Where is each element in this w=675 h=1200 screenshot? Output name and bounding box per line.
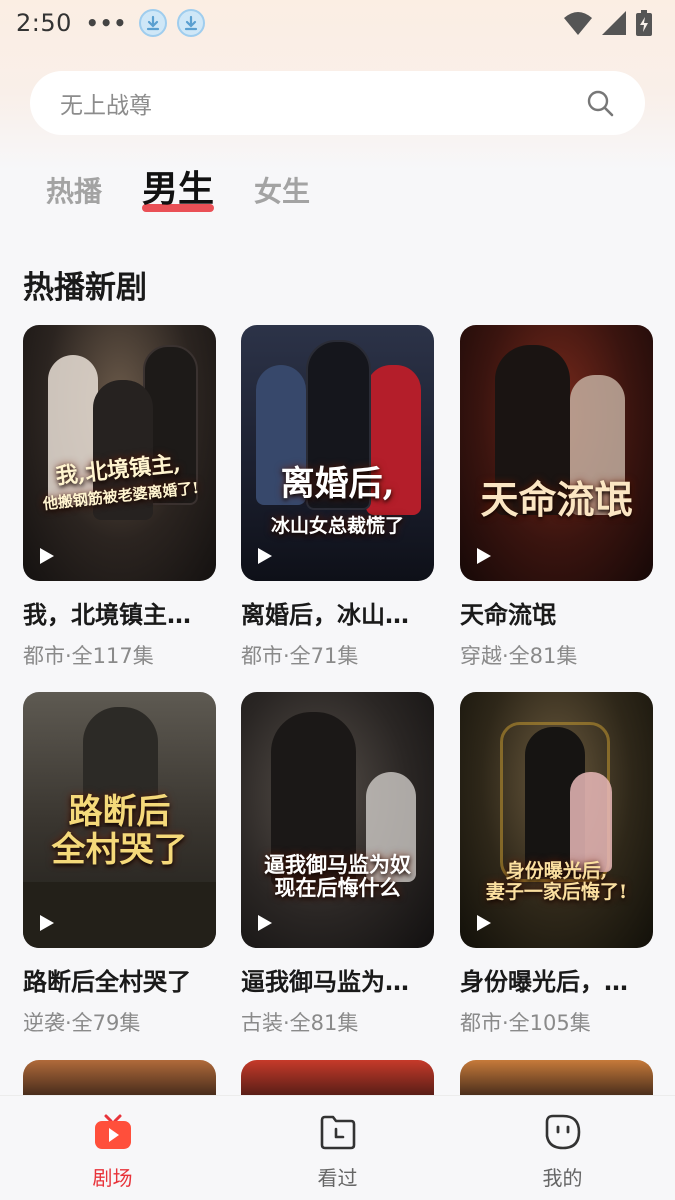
poster-title-text: 路断后 全村哭了	[51, 792, 188, 870]
search-bar[interactable]: 无上战尊	[30, 71, 645, 135]
drama-title: 天命流氓	[460, 601, 556, 629]
play-icon	[40, 548, 54, 564]
drama-poster[interactable]: 逼我御马监为奴 现在后悔什么	[241, 692, 434, 948]
poster-title-text: 天命流氓	[480, 476, 633, 522]
drama-title: 离婚后，冰山…	[241, 601, 409, 629]
status-bar: 2:50 •••	[0, 0, 675, 46]
category-tabs: 热播 男生 女生	[46, 160, 350, 212]
drama-poster[interactable]: 路断后 全村哭了	[23, 692, 216, 948]
drama-card[interactable]: 离婚后, 冰山女总裁慌了 离婚后，冰山… 都市·全71集	[241, 325, 434, 670]
drama-poster[interactable]: 我,北境镇主, 他搬钢筋被老婆离婚了!	[23, 325, 216, 581]
poster-title-text: 离婚后, 冰山女总裁慌了	[270, 463, 404, 538]
play-icon	[477, 915, 491, 931]
download-icon	[177, 9, 206, 37]
tab-hot[interactable]: 热播	[46, 170, 102, 210]
section-title: 热播新剧	[23, 270, 147, 306]
tab-male[interactable]: 男生	[142, 160, 215, 212]
signal-icon	[602, 11, 626, 35]
play-icon	[477, 548, 491, 564]
drama-meta: 逆袭·全79集	[23, 1011, 141, 1035]
play-icon	[258, 548, 272, 564]
play-icon	[258, 915, 272, 931]
poster-title-text: 身份曝光后, 妻子一家后悔了!	[485, 859, 628, 903]
history-folder-icon	[320, 1115, 355, 1150]
drama-meta: 都市·全117集	[23, 644, 154, 668]
bottom-navigation: 剧场 看过 我的	[0, 1095, 675, 1200]
drama-card[interactable]: 身份曝光后, 妻子一家后悔了! 身份曝光后，… 都市·全105集	[460, 692, 653, 1037]
play-icon	[40, 915, 54, 931]
drama-title: 逼我御马监为…	[241, 968, 409, 996]
drama-card[interactable]: 逼我御马监为奴 现在后悔什么 逼我御马监为… 古装·全81集	[241, 692, 434, 1037]
drama-card[interactable]: 我,北境镇主, 他搬钢筋被老婆离婚了! 我，北境镇主… 都市·全117集	[23, 325, 216, 670]
drama-poster[interactable]: 身份曝光后, 妻子一家后悔了!	[460, 692, 653, 948]
drama-poster-partial[interactable]	[23, 1060, 216, 1100]
nav-label: 我的	[542, 1166, 583, 1190]
tv-icon	[94, 1114, 131, 1149]
poster-title-text: 逼我御马监为奴 现在后悔什么	[264, 852, 411, 901]
drama-meta: 古装·全81集	[241, 1011, 359, 1035]
drama-title: 我，北境镇主…	[23, 601, 191, 629]
search-icon[interactable]	[585, 88, 615, 118]
download-icon	[139, 9, 168, 37]
drama-poster[interactable]: 离婚后, 冰山女总裁慌了	[241, 325, 434, 581]
tab-label: 男生	[142, 169, 215, 210]
nav-theater[interactable]: 剧场	[0, 1096, 225, 1200]
wifi-icon	[564, 12, 592, 35]
drama-title: 身份曝光后，…	[460, 968, 628, 996]
profile-face-icon	[545, 1114, 580, 1150]
drama-poster-partial[interactable]	[460, 1060, 653, 1100]
nav-profile[interactable]: 我的	[450, 1096, 675, 1200]
tab-label: 女生	[254, 175, 311, 208]
search-input[interactable]: 无上战尊	[60, 86, 585, 120]
drama-meta: 都市·全71集	[241, 644, 359, 668]
tab-label: 热播	[46, 175, 103, 208]
drama-title: 路断后全村哭了	[23, 968, 191, 996]
status-time: 2:50	[16, 9, 72, 37]
nav-label: 看过	[317, 1166, 358, 1190]
tab-female[interactable]: 女生	[254, 170, 310, 210]
nav-history[interactable]: 看过	[225, 1096, 450, 1200]
battery-charging-icon	[636, 10, 652, 36]
drama-poster[interactable]: 天命流氓	[460, 325, 653, 581]
drama-meta: 穿越·全81集	[460, 644, 578, 668]
drama-card[interactable]: 路断后 全村哭了 路断后全村哭了 逆袭·全79集	[23, 692, 216, 1037]
more-notifications-icon: •••	[85, 11, 128, 35]
nav-label: 剧场	[92, 1166, 133, 1190]
drama-poster-partial[interactable]	[241, 1060, 434, 1100]
drama-card[interactable]: 天命流氓 天命流氓 穿越·全81集	[460, 325, 653, 670]
drama-meta: 都市·全105集	[460, 1011, 591, 1035]
